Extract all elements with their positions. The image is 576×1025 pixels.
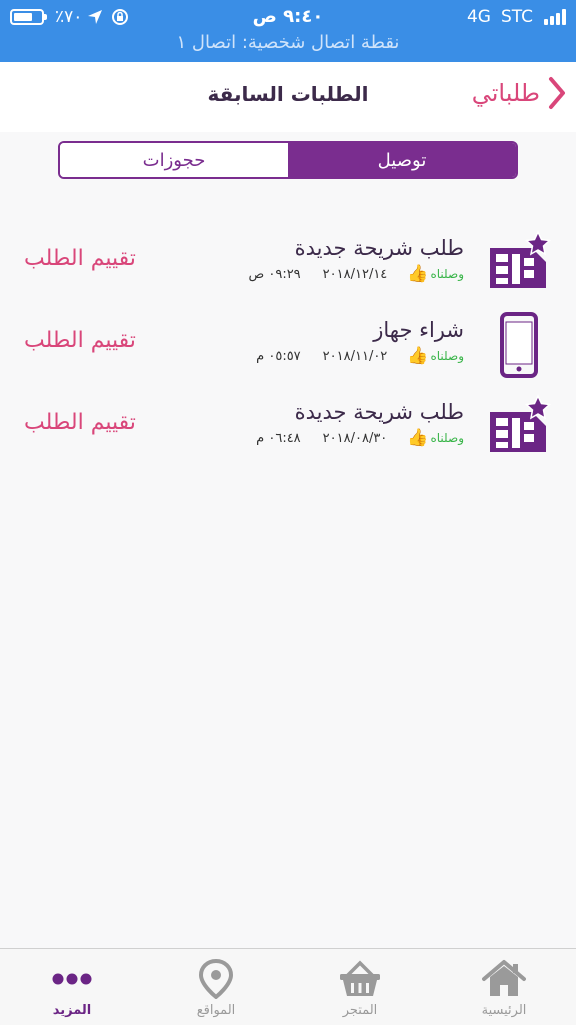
tab-locations[interactable]: المواقع <box>144 949 288 1025</box>
tab-home-label: الرئيسية <box>481 1003 527 1018</box>
status-bar: ٪٧٠ ٩:٤٠ ص 4G STC نقطة اتصال شخصية: اتصا… <box>0 0 576 62</box>
order-time: ٠٦:٤٨ م <box>256 430 301 446</box>
sim-card-star-icon <box>490 394 552 452</box>
status-badge: وصلناه <box>430 349 464 363</box>
status-right: 4G STC <box>462 4 566 30</box>
orders-list: طلب شريحة جديدة وصلناه 👍 ٢٠١٨/١٢/١٤ ٠٩:٢… <box>0 222 576 468</box>
tab-store[interactable]: المتجر <box>288 949 432 1025</box>
order-item[interactable]: طلب شريحة جديدة وصلناه 👍 ٢٠١٨/٠٨/٣٠ ٠٦:٤… <box>0 386 576 468</box>
order-date: ٢٠١٨/٠٨/٣٠ <box>322 430 388 446</box>
tab-home[interactable]: الرئيسية <box>432 949 576 1025</box>
rate-order-button[interactable]: تقييم الطلب <box>24 410 136 435</box>
order-title: طلب شريحة جديدة <box>294 236 464 260</box>
thumbs-up-icon: 👍 <box>407 264 429 284</box>
thumbs-up-icon: 👍 <box>407 346 429 366</box>
tab-locations-label: المواقع <box>196 1003 236 1018</box>
navigation-bar: الطلبات السابقة طلباتي <box>0 62 576 132</box>
back-button[interactable]: طلباتي <box>472 76 566 110</box>
order-title: شراء جهاز <box>373 318 464 342</box>
tab-store-label: المتجر <box>342 1003 378 1018</box>
shopping-basket-icon <box>340 960 380 996</box>
tab-delivery[interactable]: توصيل <box>288 143 516 177</box>
location-pin-icon <box>198 959 234 999</box>
status-badge: وصلناه <box>430 267 464 281</box>
tab-bar: المزيد المواقع المتجر الرئيسية <box>0 948 576 1025</box>
order-meta: وصلناه 👍 ٢٠١٨/١١/٠٢ ٠٥:٥٧ م <box>256 346 464 366</box>
chevron-right-icon <box>549 77 565 109</box>
signal-strength-icon <box>544 9 566 25</box>
order-date: ٢٠١٨/١١/٠٢ <box>322 348 388 364</box>
order-title: طلب شريحة جديدة <box>294 400 464 424</box>
network-type: 4G <box>466 7 491 27</box>
segmented-control: توصيل حجوزات <box>58 141 518 179</box>
carrier-name: STC <box>500 7 533 27</box>
order-meta: وصلناه 👍 ٢٠١٨/١٢/١٤ ٠٩:٢٩ ص <box>249 264 465 284</box>
hotspot-banner[interactable]: نقطة اتصال شخصية: اتصال ١ <box>0 32 576 53</box>
more-dots-icon <box>52 973 92 985</box>
smartphone-icon <box>500 312 538 378</box>
home-icon <box>482 960 526 996</box>
order-meta: وصلناه 👍 ٢٠١٨/٠٨/٣٠ ٠٦:٤٨ م <box>256 428 464 448</box>
order-item[interactable]: طلب شريحة جديدة وصلناه 👍 ٢٠١٨/١٢/١٤ ٠٩:٢… <box>0 222 576 304</box>
sim-card-star-icon <box>490 230 552 288</box>
rate-order-button[interactable]: تقييم الطلب <box>24 246 136 271</box>
tab-more-label: المزيد <box>52 1003 92 1018</box>
thumbs-up-icon: 👍 <box>407 428 429 448</box>
back-label: طلباتي <box>471 79 540 107</box>
order-time: ٠٩:٢٩ ص <box>248 266 301 282</box>
tab-bookings[interactable]: حجوزات <box>60 143 288 177</box>
rate-order-button[interactable]: تقييم الطلب <box>24 328 136 353</box>
order-time: ٠٥:٥٧ م <box>256 348 301 364</box>
order-item[interactable]: شراء جهاز وصلناه 👍 ٢٠١٨/١١/٠٢ ٠٥:٥٧ م تق… <box>0 304 576 386</box>
order-date: ٢٠١٨/١٢/١٤ <box>322 266 388 282</box>
status-badge: وصلناه <box>430 431 464 445</box>
tab-more[interactable]: المزيد <box>0 949 144 1025</box>
